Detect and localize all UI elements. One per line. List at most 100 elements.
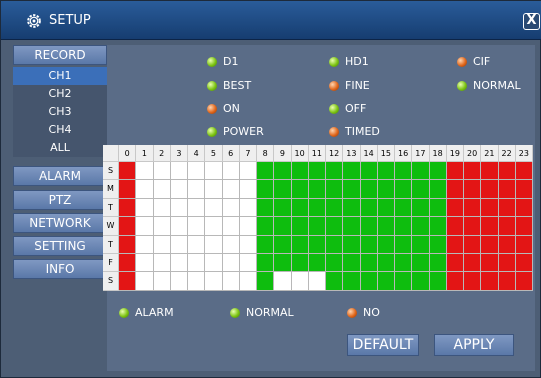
schedule-cell[interactable] (498, 198, 516, 218)
schedule-cell[interactable] (308, 235, 326, 254)
schedule-cell[interactable] (222, 254, 240, 273)
schedule-cell[interactable] (170, 254, 188, 273)
schedule-cell[interactable] (119, 180, 137, 199)
schedule-cell[interactable] (446, 254, 464, 273)
schedule-cell[interactable] (515, 180, 533, 199)
schedule-cell[interactable] (377, 235, 395, 254)
channel-item-ch4[interactable]: CH4 (13, 121, 107, 139)
schedule-cell[interactable] (170, 235, 188, 254)
schedule-cell[interactable] (343, 254, 361, 273)
schedule-cell[interactable] (498, 162, 516, 181)
channel-item-ch1[interactable]: CH1 (13, 67, 107, 85)
menu-ptz-button[interactable]: PTZ (13, 190, 107, 210)
schedule-cell[interactable] (377, 198, 395, 218)
schedule-cell[interactable] (343, 217, 361, 236)
schedule-cell[interactable] (257, 217, 275, 236)
schedule-cell[interactable] (136, 162, 154, 181)
schedule-cell[interactable] (274, 180, 292, 199)
schedule-cell[interactable] (446, 217, 464, 236)
schedule-cell[interactable] (239, 180, 257, 199)
schedule-cell[interactable] (205, 180, 223, 199)
schedule-cell[interactable] (222, 162, 240, 181)
default-button[interactable]: DEFAULT (347, 334, 419, 356)
schedule-cell[interactable] (205, 272, 223, 291)
schedule-cell[interactable] (481, 198, 499, 218)
schedule-cell[interactable] (170, 217, 188, 236)
schedule-cell[interactable] (257, 272, 275, 291)
schedule-cell[interactable] (343, 180, 361, 199)
schedule-cell[interactable] (412, 217, 430, 236)
schedule-cell[interactable] (153, 235, 171, 254)
schedule-cell[interactable] (464, 162, 482, 181)
schedule-cell[interactable] (412, 162, 430, 181)
schedule-cell[interactable] (395, 198, 413, 218)
schedule-cell[interactable] (257, 254, 275, 273)
schedule-cell[interactable] (170, 198, 188, 218)
schedule-cell[interactable] (446, 235, 464, 254)
schedule-cell[interactable] (222, 272, 240, 291)
schedule-cell[interactable] (222, 198, 240, 218)
schedule-cell[interactable] (498, 217, 516, 236)
schedule-cell[interactable] (153, 198, 171, 218)
schedule-cell[interactable] (291, 272, 309, 291)
schedule-cell[interactable] (446, 198, 464, 218)
schedule-cell[interactable] (119, 217, 137, 236)
schedule-cell[interactable] (274, 272, 292, 291)
schedule-cell[interactable] (515, 162, 533, 181)
close-button[interactable]: X (523, 13, 540, 30)
schedule-cell[interactable] (274, 254, 292, 273)
schedule-cell[interactable] (464, 235, 482, 254)
schedule-cell[interactable] (412, 198, 430, 218)
schedule-cell[interactable] (274, 217, 292, 236)
schedule-cell[interactable] (377, 272, 395, 291)
schedule-cell[interactable] (188, 235, 206, 254)
schedule-cell[interactable] (429, 162, 447, 181)
schedule-cell[interactable] (464, 254, 482, 273)
schedule-cell[interactable] (429, 272, 447, 291)
schedule-cell[interactable] (205, 217, 223, 236)
schedule-cell[interactable] (412, 272, 430, 291)
schedule-cell[interactable] (308, 162, 326, 181)
schedule-cell[interactable] (515, 272, 533, 291)
menu-record-button[interactable]: RECORD (13, 45, 107, 65)
schedule-cell[interactable] (360, 254, 378, 273)
channel-item-ch2[interactable]: CH2 (13, 85, 107, 103)
schedule-cell[interactable] (308, 254, 326, 273)
schedule-cell[interactable] (291, 180, 309, 199)
schedule-cell[interactable] (395, 180, 413, 199)
schedule-cell[interactable] (498, 272, 516, 291)
schedule-cell[interactable] (326, 254, 344, 273)
schedule-cell[interactable] (291, 217, 309, 236)
menu-info-button[interactable]: INFO (13, 259, 107, 279)
schedule-cell[interactable] (481, 272, 499, 291)
schedule-cell[interactable] (239, 235, 257, 254)
schedule-cell[interactable] (170, 272, 188, 291)
schedule-cell[interactable] (446, 162, 464, 181)
schedule-cell[interactable] (136, 254, 154, 273)
schedule-cell[interactable] (326, 162, 344, 181)
menu-network-button[interactable]: NETWORK (13, 213, 107, 233)
schedule-cell[interactable] (481, 180, 499, 199)
schedule-cell[interactable] (188, 180, 206, 199)
schedule-cell[interactable] (481, 254, 499, 273)
schedule-cell[interactable] (498, 235, 516, 254)
schedule-cell[interactable] (326, 198, 344, 218)
schedule-cell[interactable] (153, 272, 171, 291)
schedule-cell[interactable] (360, 162, 378, 181)
schedule-cell[interactable] (464, 180, 482, 199)
schedule-cell[interactable] (395, 162, 413, 181)
schedule-cell[interactable] (377, 217, 395, 236)
schedule-cell[interactable] (119, 254, 137, 273)
schedule-cell[interactable] (188, 198, 206, 218)
schedule-cell[interactable] (188, 162, 206, 181)
channel-item-ch3[interactable]: CH3 (13, 103, 107, 121)
schedule-cell[interactable] (239, 272, 257, 291)
schedule-cell[interactable] (239, 162, 257, 181)
apply-button[interactable]: APPLY (434, 334, 514, 356)
schedule-cell[interactable] (429, 254, 447, 273)
schedule-cell[interactable] (395, 272, 413, 291)
schedule-cell[interactable] (360, 272, 378, 291)
schedule-cell[interactable] (274, 235, 292, 254)
schedule-cell[interactable] (377, 180, 395, 199)
schedule-cell[interactable] (291, 254, 309, 273)
